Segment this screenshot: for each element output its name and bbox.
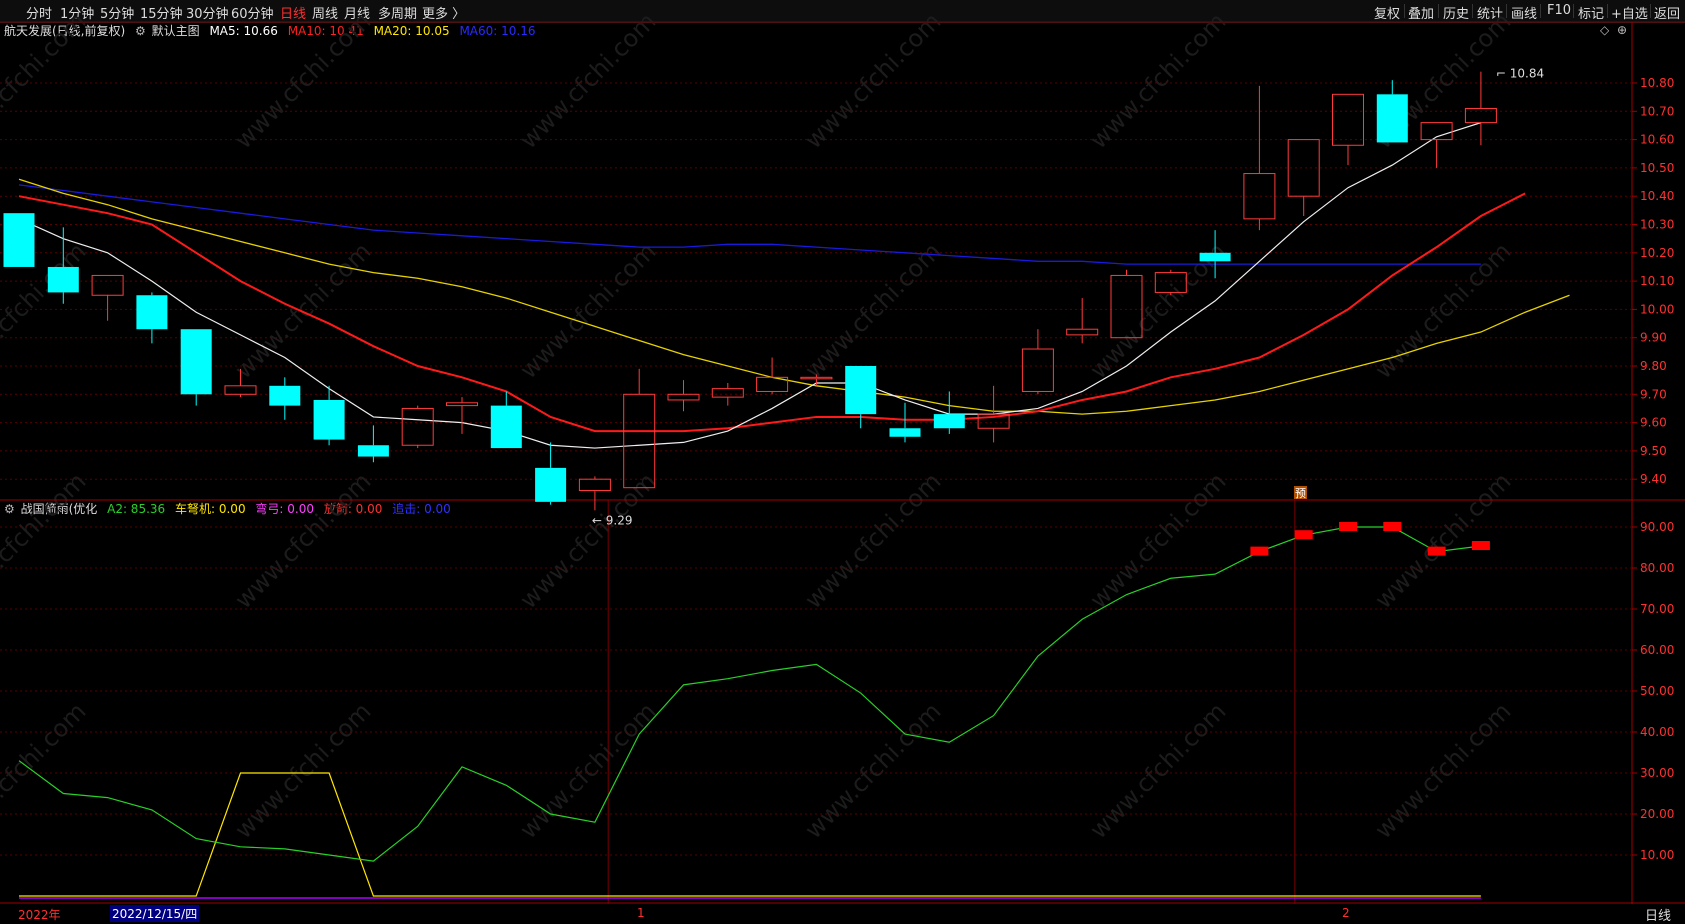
watermark-text: www.cfchi.com [1369,467,1516,614]
watermark-text: www.cfchi.com [229,697,376,844]
indicator-axis-label: 80.00 [1640,561,1674,575]
candle-down [1376,94,1408,143]
price-axis-label: 10.10 [1640,274,1674,288]
candle-up [91,274,124,296]
candle-up [667,393,700,401]
candle-down [535,467,567,502]
price-axis-label: 10.80 [1640,76,1674,90]
candle-up [446,402,478,407]
price-axis-label: 9.90 [1640,331,1667,345]
price-axis-label: 10.30 [1640,218,1674,232]
date-label-year: 2022年 [18,908,61,922]
watermark-text: www.cfchi.com [514,7,661,154]
candle-down [3,213,35,267]
watermark-text: www.cfchi.com [0,7,91,154]
candle-down [47,266,79,293]
watermark-text: www.cfchi.com [514,697,661,844]
watermark-text: www.cfchi.com [229,7,376,154]
candle-up [578,478,611,492]
candle-up [1287,139,1320,197]
price-axis-label: 9.40 [1640,472,1667,486]
fangjian-marker [1250,546,1269,556]
candle-up [1066,328,1099,336]
candle-down [490,405,522,449]
price-axis-label: 9.70 [1640,387,1667,401]
indicator-axis-label: 60.00 [1640,643,1674,657]
indicator-axis-label: 20.00 [1640,807,1674,821]
indicator-axis-label: 30.00 [1640,766,1674,780]
candle-down [933,414,965,429]
candle-down [269,385,301,406]
watermark-text: www.cfchi.com [799,697,946,844]
price-axis-label: 9.80 [1640,359,1667,373]
indicator-axis-label: 50.00 [1640,684,1674,698]
candle-down [357,445,389,457]
date-axis-bar: 2022年 2022/12/15/四 1 2 日线 [0,904,1685,924]
a2-line [18,526,1481,862]
low-price-annotation: ← 9.29 [592,513,633,527]
watermark-text: www.cfchi.com [799,7,946,154]
watermark-text: www.cfchi.com [799,467,946,614]
kline-chart[interactable]: www.cfchi.com www.cfchi.com www.cfchi.com w… [0,0,1685,904]
watermark-text: www.cfchi.com [1369,237,1516,384]
watermark-text: www.cfchi.com [799,237,946,384]
watermark-text: www.cfchi.com [229,237,376,384]
price-axis-label: 10.20 [1640,246,1674,260]
fangjian-marker [1294,530,1313,540]
candle-down [845,366,877,415]
candle-up [1021,348,1054,392]
candle-down [136,295,168,330]
fangjian-marker [1427,546,1446,556]
indicator-axis-label: 10.00 [1640,848,1674,862]
ma10-line [18,192,1526,433]
candle-up [224,385,257,395]
ma5-line [18,122,1482,449]
period-label[interactable]: 日线 [1645,905,1671,924]
forecast-label: 预 [1295,487,1306,500]
watermark-text: www.cfchi.com [1084,697,1231,844]
price-axis-label: 10.60 [1640,133,1674,147]
cursor-date-label: 2022/12/15/四 [110,905,200,922]
watermark-text: www.cfchi.com [514,237,661,384]
date-label-feb: 2 [1342,906,1350,920]
watermark-text: www.cfchi.com [0,467,91,614]
candle-down [180,329,212,395]
fangjian-marker [1471,541,1490,551]
watermark-text: www.cfchi.com [1084,467,1231,614]
high-price-annotation: ⌐ 10.84 [1496,67,1544,81]
candle-down [313,399,345,440]
candle-down [889,428,921,437]
fangjian-marker [1383,522,1402,531]
indicator-axis-label: 90.00 [1640,520,1674,534]
price-axis-label: 10.50 [1640,161,1674,175]
candle-up [711,388,744,398]
indicator-axis-label: 70.00 [1640,602,1674,616]
candle-up [1464,107,1497,124]
watermark-text: www.cfchi.com [1084,7,1231,154]
candle-up [1332,93,1364,146]
candle-up [401,407,434,446]
fangjian-marker [1339,522,1357,531]
price-axis-label: 9.60 [1640,416,1667,430]
price-axis-label: 10.40 [1640,189,1674,203]
price-axis-label: 9.50 [1640,444,1667,458]
price-axis-label: 10.00 [1640,302,1674,316]
indicator-axis-label: 40.00 [1640,725,1674,739]
watermark-text: www.cfchi.com [0,697,91,844]
watermark-text: www.cfchi.com [229,467,376,614]
watermark-text: www.cfchi.com [1369,697,1516,844]
price-axis-label: 10.70 [1640,104,1674,118]
date-label-jan: 1 [637,906,645,920]
candle-down [1199,252,1231,262]
